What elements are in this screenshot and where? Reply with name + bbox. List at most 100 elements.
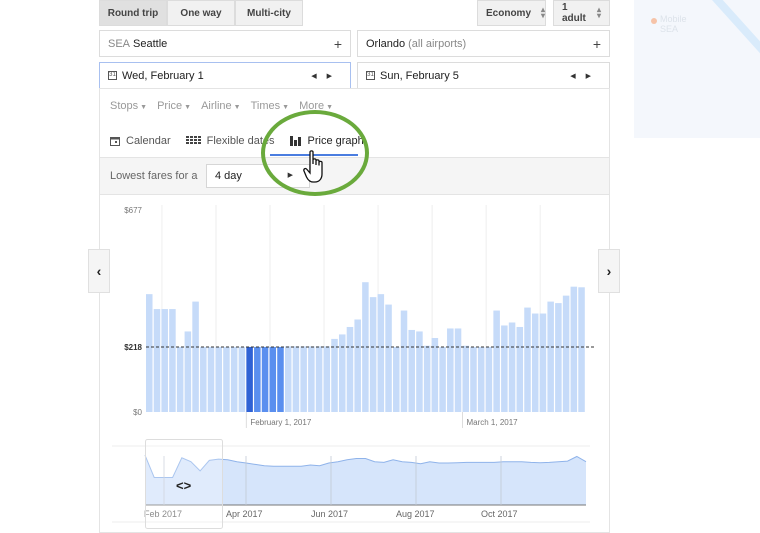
- caret-down-icon: ▼: [282, 104, 290, 111]
- price-bar[interactable]: [462, 345, 470, 412]
- price-bar[interactable]: [516, 326, 524, 412]
- add-origin-icon[interactable]: +: [334, 36, 342, 52]
- price-bar[interactable]: [408, 329, 415, 412]
- price-bar[interactable]: [261, 346, 269, 412]
- price-bar[interactable]: [555, 303, 562, 412]
- price-bar[interactable]: [423, 345, 431, 412]
- price-bar[interactable]: [454, 328, 462, 412]
- price-bar[interactable]: [207, 346, 215, 412]
- price-bar[interactable]: [508, 322, 516, 412]
- price-bar[interactable]: [192, 301, 199, 412]
- price-bar[interactable]: [539, 313, 547, 412]
- price-bar[interactable]: [393, 346, 400, 412]
- price-bar[interactable]: [254, 346, 261, 412]
- price-bar[interactable]: [292, 346, 300, 412]
- y-tick-label: $0: [133, 408, 142, 417]
- price-bar[interactable]: [184, 331, 192, 412]
- price-bar[interactable]: [439, 346, 446, 412]
- price-bar[interactable]: [223, 346, 230, 412]
- map-marker-icon: [651, 18, 657, 24]
- price-bar[interactable]: [230, 346, 238, 412]
- passengers-select[interactable]: 1 adult ▴ ▾: [553, 0, 610, 26]
- price-bar[interactable]: [477, 346, 485, 412]
- next-dates-button[interactable]: ›: [598, 249, 620, 293]
- depart-date-field[interactable]: 31 Wed, February 1 ◀▶: [99, 62, 351, 89]
- price-bar[interactable]: [485, 346, 493, 412]
- price-bar[interactable]: [246, 346, 253, 412]
- filter-times[interactable]: Times ▼: [251, 100, 289, 112]
- y-tick-label: $218: [124, 343, 142, 352]
- flight-search-page: Round trip One way Multi-city Economy ▴ ▾…: [0, 0, 760, 533]
- price-bar[interactable]: [416, 331, 423, 412]
- price-bar[interactable]: [493, 310, 500, 412]
- price-bar[interactable]: [300, 346, 307, 412]
- price-bar[interactable]: [146, 294, 153, 412]
- price-bar[interactable]: [578, 287, 585, 412]
- map-label: Mobile SEA: [660, 14, 687, 34]
- price-bar[interactable]: [338, 334, 346, 412]
- cabin-select[interactable]: Economy ▴ ▾: [477, 0, 546, 26]
- price-bar[interactable]: [238, 346, 246, 412]
- updown-icon: ▴ ▾: [541, 5, 546, 20]
- round-trip-button[interactable]: Round trip: [99, 0, 167, 26]
- price-bar[interactable]: [369, 297, 377, 412]
- price-bar[interactable]: [161, 309, 168, 412]
- price-bar[interactable]: [547, 301, 554, 412]
- price-bar[interactable]: [524, 307, 531, 412]
- fares-label: Lowest fares for a: [110, 170, 198, 182]
- overview-tick-label: Jun 2017: [311, 509, 348, 519]
- price-bar[interactable]: [200, 346, 207, 412]
- origin-field[interactable]: SEA Seattle +: [99, 30, 351, 57]
- tab-calendar[interactable]: Calendar: [110, 133, 171, 149]
- overview-tick-label: Apr 2017: [226, 509, 263, 519]
- filter-airline[interactable]: Airline ▼: [201, 100, 241, 112]
- price-bar[interactable]: [215, 346, 222, 412]
- depart-date-value: Wed, February 1: [122, 69, 204, 82]
- price-bar[interactable]: [169, 309, 176, 412]
- price-bar[interactable]: [176, 346, 184, 412]
- chevron-left-icon: ‹: [96, 263, 102, 279]
- price-bar[interactable]: [377, 294, 385, 412]
- price-bar[interactable]: [400, 310, 408, 412]
- price-bar[interactable]: [531, 313, 539, 412]
- caret-down-icon: ▼: [326, 104, 334, 111]
- one-way-button[interactable]: One way: [167, 0, 235, 26]
- price-bar[interactable]: [269, 346, 277, 412]
- destination-city: Orlando: [366, 37, 406, 50]
- map-preview[interactable]: Mobile SEA: [634, 0, 760, 138]
- price-overview-chart: Feb 2017Apr 2017Jun 2017Aug 2017Oct 2017…: [112, 439, 590, 529]
- return-date-arrows[interactable]: ◀▶: [570, 72, 601, 80]
- origin-code: SEA: [108, 37, 131, 50]
- price-bar[interactable]: [385, 304, 392, 412]
- price-bar[interactable]: [447, 328, 454, 412]
- price-bar[interactable]: [570, 286, 578, 412]
- price-bar[interactable]: [315, 346, 323, 412]
- add-destination-icon[interactable]: +: [593, 36, 601, 52]
- price-bar-chart: $677 $218 $0 February 1, 2017 March 1, 2017: [124, 205, 596, 428]
- caret-down-icon: ▼: [140, 104, 148, 111]
- price-bar[interactable]: [562, 295, 570, 412]
- price-bar[interactable]: [431, 338, 439, 412]
- destination-field[interactable]: Orlando (all airports) +: [357, 30, 610, 57]
- depart-date-arrows[interactable]: ◀▶: [311, 72, 342, 80]
- filter-stops[interactable]: Stops ▼: [110, 100, 147, 112]
- y-tick-label: $677: [124, 206, 142, 215]
- tab-label: Calendar: [126, 135, 171, 147]
- filter-price[interactable]: Price ▼: [157, 100, 191, 112]
- price-bar[interactable]: [354, 319, 361, 413]
- x-tick-label: March 1, 2017: [466, 418, 518, 427]
- price-bar[interactable]: [346, 326, 354, 412]
- price-bar[interactable]: [501, 325, 508, 412]
- price-bar[interactable]: [308, 346, 315, 412]
- multi-city-button[interactable]: Multi-city: [235, 0, 303, 26]
- price-bar[interactable]: [277, 346, 284, 412]
- price-bar[interactable]: [284, 346, 292, 412]
- price-bar[interactable]: [153, 309, 161, 412]
- drag-handle-icon[interactable]: <>: [176, 478, 192, 493]
- return-date-field[interactable]: 31 Sun, February 5 ◀▶: [357, 62, 610, 89]
- price-bar[interactable]: [323, 346, 331, 412]
- price-bar[interactable]: [331, 338, 338, 412]
- price-bar[interactable]: [470, 346, 477, 412]
- filter-bar: Stops ▼ Price ▼ Airline ▼ Times ▼ More ▼: [110, 100, 333, 112]
- previous-dates-button[interactable]: ‹: [88, 249, 110, 293]
